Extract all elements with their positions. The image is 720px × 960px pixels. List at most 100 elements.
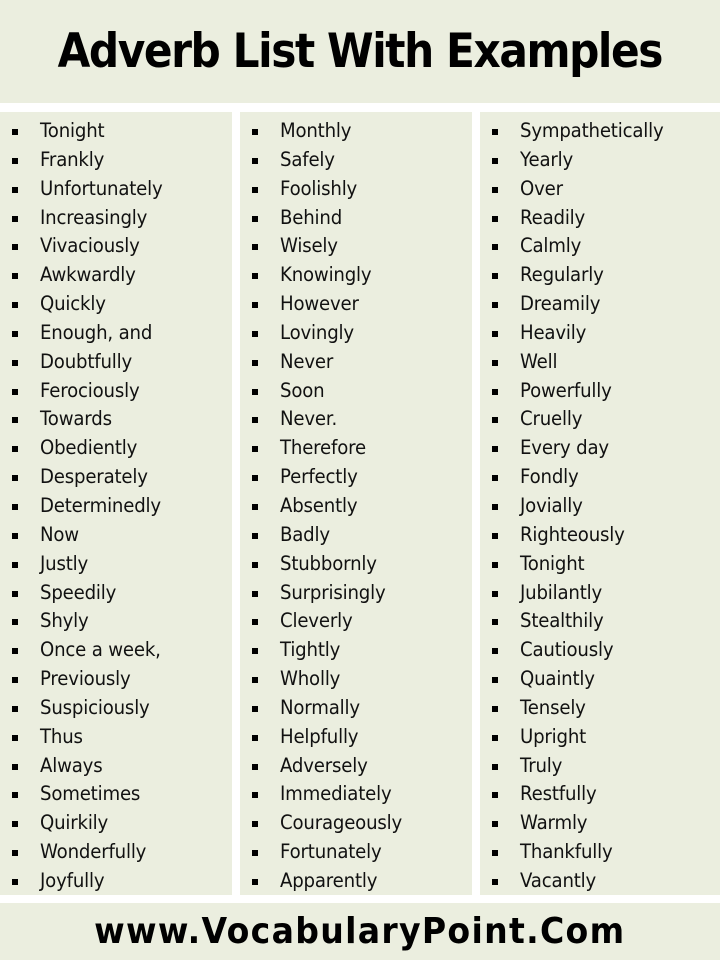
square-bullet-icon: [252, 302, 258, 309]
list-item: Powerfully: [480, 377, 720, 406]
adverb-column-2: Monthly Safely Foolishly Behind Wisely Knowin…: [240, 112, 472, 895]
list-item: Calmly: [480, 232, 720, 261]
list-item: Therefore: [240, 434, 472, 463]
adverb-text: Surprisingly: [280, 580, 386, 604]
square-bullet-icon: [252, 878, 258, 885]
adverb-text: Desperately: [40, 465, 148, 489]
adverb-text: Shyly: [40, 609, 89, 633]
adverb-text: Over: [520, 176, 563, 200]
list-item: Righteously: [480, 521, 720, 550]
list-item: Courageously: [240, 809, 472, 838]
square-bullet-icon: [492, 763, 498, 770]
list-item: Speedily: [0, 579, 232, 608]
adverb-text: Tightly: [280, 638, 341, 662]
square-bullet-icon: [12, 878, 18, 885]
square-bullet-icon: [252, 388, 258, 395]
square-bullet-icon: [12, 244, 18, 251]
list-item: Tightly: [240, 636, 472, 665]
adverb-text: Badly: [280, 522, 330, 546]
list-item: Previously: [0, 665, 232, 694]
adverb-text: Behind: [280, 205, 343, 229]
square-bullet-icon: [12, 590, 18, 597]
list-item: Normally: [240, 694, 472, 723]
adverb-text: Never: [280, 349, 334, 373]
adverb-text: Once a week,: [40, 638, 161, 662]
list-item: Thankfully: [480, 838, 720, 867]
square-bullet-icon: [492, 590, 498, 597]
adverb-text: Lovingly: [280, 320, 354, 344]
adverb-text: Previously: [40, 667, 131, 691]
square-bullet-icon: [12, 503, 18, 510]
list-item: Shyly: [0, 607, 232, 636]
adverb-text: Thankfully: [520, 840, 613, 864]
square-bullet-icon: [12, 215, 18, 222]
square-bullet-icon: [252, 417, 258, 424]
adverb-text: Courageously: [280, 811, 403, 835]
list-item: Desperately: [0, 463, 232, 492]
square-bullet-icon: [252, 648, 258, 655]
square-bullet-icon: [12, 446, 18, 453]
adverb-text: Stealthily: [520, 609, 604, 633]
square-bullet-icon: [252, 503, 258, 510]
list-item: Badly: [240, 521, 472, 550]
adverb-text: Soon: [280, 378, 325, 402]
square-bullet-icon: [252, 157, 258, 164]
square-bullet-icon: [492, 330, 498, 337]
square-bullet-icon: [12, 792, 18, 799]
adverb-text: Vivaciously: [40, 234, 140, 258]
list-item: Fortunately: [240, 838, 472, 867]
adverb-text: Fortunately: [280, 840, 382, 864]
list-item: Every day: [480, 434, 720, 463]
square-bullet-icon: [492, 215, 498, 222]
square-bullet-icon: [12, 273, 18, 280]
list-item: Stealthily: [480, 607, 720, 636]
footer-banner: www.VocabularyPoint.Com: [0, 903, 720, 960]
list-item: Sympathetically: [480, 117, 720, 146]
list-item: Jubilantly: [480, 579, 720, 608]
square-bullet-icon: [12, 330, 18, 337]
list-item: Foolishly: [240, 175, 472, 204]
website-url: www.VocabularyPoint.Com: [94, 910, 626, 952]
list-item: Upright: [480, 723, 720, 752]
square-bullet-icon: [12, 532, 18, 539]
list-item: Absently: [240, 492, 472, 521]
adverb-text: Immediately: [280, 782, 392, 806]
square-bullet-icon: [492, 619, 498, 626]
list-item: Enough, and: [0, 319, 232, 348]
list-item: Yearly: [480, 146, 720, 175]
list-item: Over: [480, 175, 720, 204]
square-bullet-icon: [252, 619, 258, 626]
square-bullet-icon: [492, 186, 498, 193]
square-bullet-icon: [12, 677, 18, 684]
list-item: Quirkily: [0, 809, 232, 838]
list-item: Safely: [240, 146, 472, 175]
square-bullet-icon: [252, 475, 258, 482]
list-item: Jovially: [480, 492, 720, 521]
list-item: Thus: [0, 723, 232, 752]
square-bullet-icon: [12, 475, 18, 482]
square-bullet-icon: [252, 532, 258, 539]
square-bullet-icon: [492, 129, 498, 135]
square-bullet-icon: [252, 330, 258, 337]
adverb-text: Every day: [520, 436, 609, 460]
list-item: Wisely: [240, 232, 472, 261]
list-item: Restfully: [480, 780, 720, 809]
adverb-text: Yearly: [520, 147, 574, 171]
square-bullet-icon: [12, 561, 18, 568]
adverb-text: Quaintly: [520, 667, 595, 691]
adverb-text: Wonderfully: [40, 840, 147, 864]
list-item: Determinedly: [0, 492, 232, 521]
square-bullet-icon: [492, 417, 498, 424]
list-item: Lovingly: [240, 319, 472, 348]
list-item: Adversely: [240, 752, 472, 781]
list-item: Suspiciously: [0, 694, 232, 723]
square-bullet-icon: [492, 475, 498, 482]
adverb-text: Tonight: [40, 119, 105, 142]
adverb-text: Never.: [280, 407, 338, 431]
adverb-text: Warmly: [520, 811, 588, 835]
adverb-text: Monthly: [280, 119, 352, 142]
list-item: Surprisingly: [240, 579, 472, 608]
list-item: Warmly: [480, 809, 720, 838]
square-bullet-icon: [12, 359, 18, 366]
adverb-text: Restfully: [520, 782, 597, 806]
